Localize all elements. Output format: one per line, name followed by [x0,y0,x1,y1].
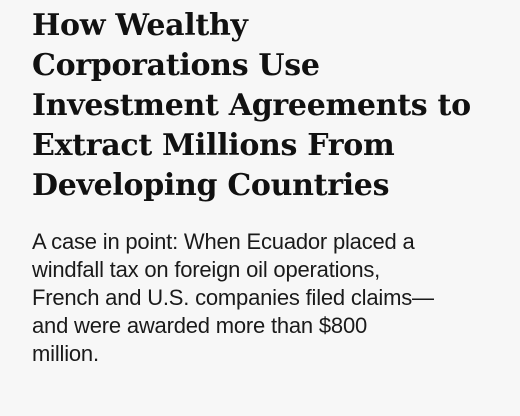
article-header: How Wealthy Corporations Use Investment … [32,6,502,368]
article-dek: A case in point: When Ecuador placed a w… [32,229,434,366]
article-headline: How Wealthy Corporations Use Investment … [32,8,471,203]
